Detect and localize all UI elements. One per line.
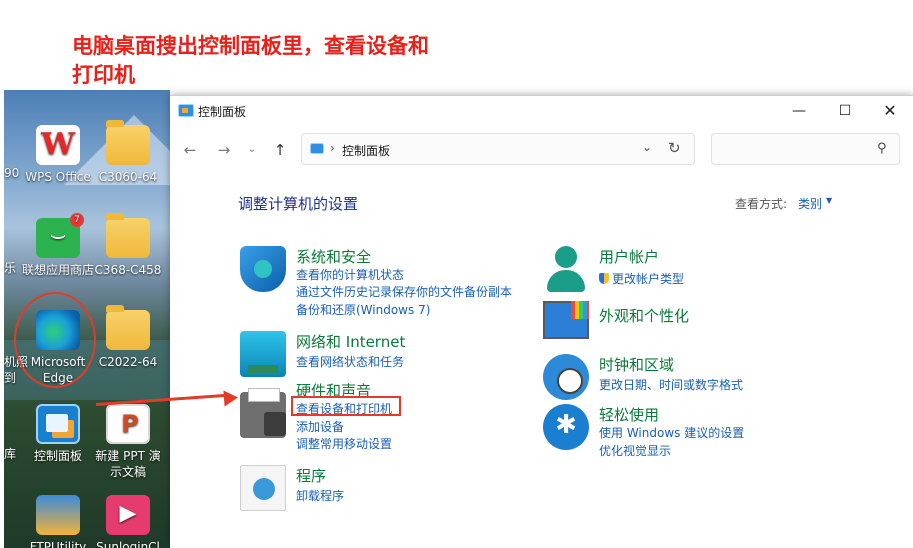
desktop-icon-sunlogin[interactable]: SunloginCl xyxy=(90,495,166,548)
search-input[interactable] xyxy=(711,133,900,165)
desktop-icon-label: C368-C458 xyxy=(94,263,162,277)
category-title[interactable]: 系统和安全 xyxy=(296,246,371,267)
annotation-arrow-head xyxy=(223,389,239,407)
desktop-icon-label: 联想应用商店 xyxy=(21,263,94,277)
desktop-edge-text: 到 xyxy=(4,371,17,385)
link-backup-restore[interactable]: 备份和还原(Windows 7) xyxy=(296,301,430,318)
link-change-date-time-format[interactable]: 更改日期、时间或数字格式 xyxy=(599,376,743,393)
link-add-device[interactable]: 添加设备 xyxy=(296,418,344,435)
powerpoint-icon xyxy=(106,404,152,444)
desktop-edge-text: 90 xyxy=(4,166,20,180)
navigation-bar: ← → ⌄ ↑ › 控制面板 ⌄ ↻ ⚲ xyxy=(170,130,913,168)
annotation-highlight-box xyxy=(291,396,401,416)
control-panel-window: 控制面板 — ☐ ✕ ← → ⌄ ↑ › 控制面板 ⌄ ↻ ⚲ 调整计算机的设置… xyxy=(170,95,913,548)
search-icon[interactable]: ⚲ xyxy=(877,141,887,156)
desktop-icon-wps-office[interactable]: WPS Office xyxy=(20,125,96,185)
refresh-icon[interactable]: ↻ xyxy=(668,139,681,157)
view-by-label: 查看方式: xyxy=(735,197,788,211)
link-text: 更改帐户类型 xyxy=(612,272,685,286)
link-file-history-backup[interactable]: 通过文件历史记录保存你的文件备份副本 xyxy=(296,283,512,300)
category-title[interactable]: 时钟和区域 xyxy=(599,354,674,375)
title-bar[interactable]: 控制面板 — ☐ ✕ xyxy=(170,96,913,126)
category-title[interactable]: 外观和个性化 xyxy=(599,305,689,326)
address-bar[interactable]: › 控制面板 ⌄ ↻ xyxy=(301,133,695,165)
recent-locations-chevron-icon[interactable]: ⌄ xyxy=(240,138,264,162)
page-title: 调整计算机的设置 xyxy=(238,195,359,213)
desktop-icon-label: 示文稿 xyxy=(109,465,146,479)
tutorial-caption: 电脑桌面搜出控制面板里，查看设备和 打印机 xyxy=(72,32,542,90)
folder-icon xyxy=(106,305,150,350)
up-arrow-icon[interactable]: ↑ xyxy=(268,138,292,162)
folder-icon xyxy=(106,213,150,258)
desktop-icon-lenovo-store[interactable]: 7 联想应用商店 xyxy=(20,213,96,278)
minimize-button[interactable]: — xyxy=(776,96,822,126)
desktop-icon-control-panel[interactable]: 控制面板 xyxy=(20,404,96,464)
desktop-icon-label: C2022-64 xyxy=(98,355,158,369)
desktop-edge-text: 乐 xyxy=(4,261,17,275)
desktop-icon-label: C3060-64 xyxy=(98,170,158,184)
link-view-computer-status[interactable]: 查看你的计算机状态 xyxy=(296,266,404,283)
desktop-icon-ftputility[interactable]: FTPUtility xyxy=(20,495,96,548)
desktop-icon-new-ppt[interactable]: 新建 PPT 演 示文稿 xyxy=(90,404,166,480)
breadcrumb-control-panel[interactable]: 控制面板 xyxy=(342,142,390,159)
wps-office-icon xyxy=(36,125,80,165)
link-optimize-visual-display[interactable]: 优化视觉显示 xyxy=(599,442,671,459)
category-title[interactable]: 轻松使用 xyxy=(599,404,659,425)
link-recommended-settings[interactable]: 使用 Windows 建议的设置 xyxy=(599,424,744,441)
close-button[interactable]: ✕ xyxy=(867,96,913,126)
caret-down-icon[interactable]: ▼ xyxy=(826,196,832,205)
category-title[interactable]: 网络和 Internet xyxy=(296,331,405,352)
sunlogin-icon xyxy=(106,495,150,535)
annotation-circle xyxy=(14,292,96,388)
folder-icon xyxy=(106,120,150,165)
breadcrumb-separator: › xyxy=(330,141,335,155)
caption-line-1: 电脑桌面搜出控制面板里，查看设备和 xyxy=(72,34,429,58)
link-view-network-status[interactable]: 查看网络状态和任务 xyxy=(296,353,404,370)
archive-icon xyxy=(36,495,80,535)
desktop-icon-folder-c3060[interactable]: C3060-64 xyxy=(90,120,166,185)
accessibility-icon[interactable] xyxy=(543,404,589,450)
address-dropdown-chevron-icon[interactable]: ⌄ xyxy=(642,140,652,154)
clock-icon[interactable] xyxy=(543,354,589,400)
app-store-icon: 7 xyxy=(36,213,84,258)
link-change-account-type[interactable]: 更改帐户类型 xyxy=(599,270,684,287)
window-title: 控制面板 xyxy=(198,105,247,119)
network-icon[interactable] xyxy=(240,331,286,377)
desktop-icon-folder-c368[interactable]: C368-C458 xyxy=(90,213,166,278)
desktop-edge-text: 库 xyxy=(4,447,17,461)
link-mobility-settings[interactable]: 调整常用移动设置 xyxy=(296,435,392,452)
desktop-icon-label: SunloginCl xyxy=(96,540,160,548)
maximize-button[interactable]: ☐ xyxy=(822,96,868,126)
back-arrow-icon[interactable]: ← xyxy=(178,138,202,162)
uac-shield-icon xyxy=(599,273,609,284)
desktop-icon-label: WPS Office xyxy=(25,170,91,184)
category-title[interactable]: 用户帐户 xyxy=(599,246,659,267)
desktop-icon-label: 新建 PPT 演 xyxy=(95,449,161,463)
link-uninstall-program[interactable]: 卸载程序 xyxy=(296,487,344,504)
control-panel-icon xyxy=(178,104,194,117)
user-icon[interactable] xyxy=(543,246,589,292)
printer-icon[interactable] xyxy=(240,388,286,438)
programs-icon[interactable] xyxy=(240,465,286,511)
caption-line-2: 打印机 xyxy=(72,63,135,87)
view-by-dropdown[interactable]: 类别 xyxy=(798,195,822,212)
appearance-icon[interactable] xyxy=(543,301,589,339)
forward-arrow-icon[interactable]: → xyxy=(212,138,236,162)
shield-icon[interactable] xyxy=(240,246,286,292)
desktop-icon-label: FTPUtility xyxy=(29,540,87,548)
control-panel-icon xyxy=(310,143,324,154)
desktop-icon-folder-c2022[interactable]: C2022-64 xyxy=(90,305,166,370)
control-panel-icon xyxy=(36,404,80,444)
desktop-icon-label: 控制面板 xyxy=(33,449,82,463)
category-title[interactable]: 程序 xyxy=(296,465,326,486)
notification-badge: 7 xyxy=(70,213,84,227)
